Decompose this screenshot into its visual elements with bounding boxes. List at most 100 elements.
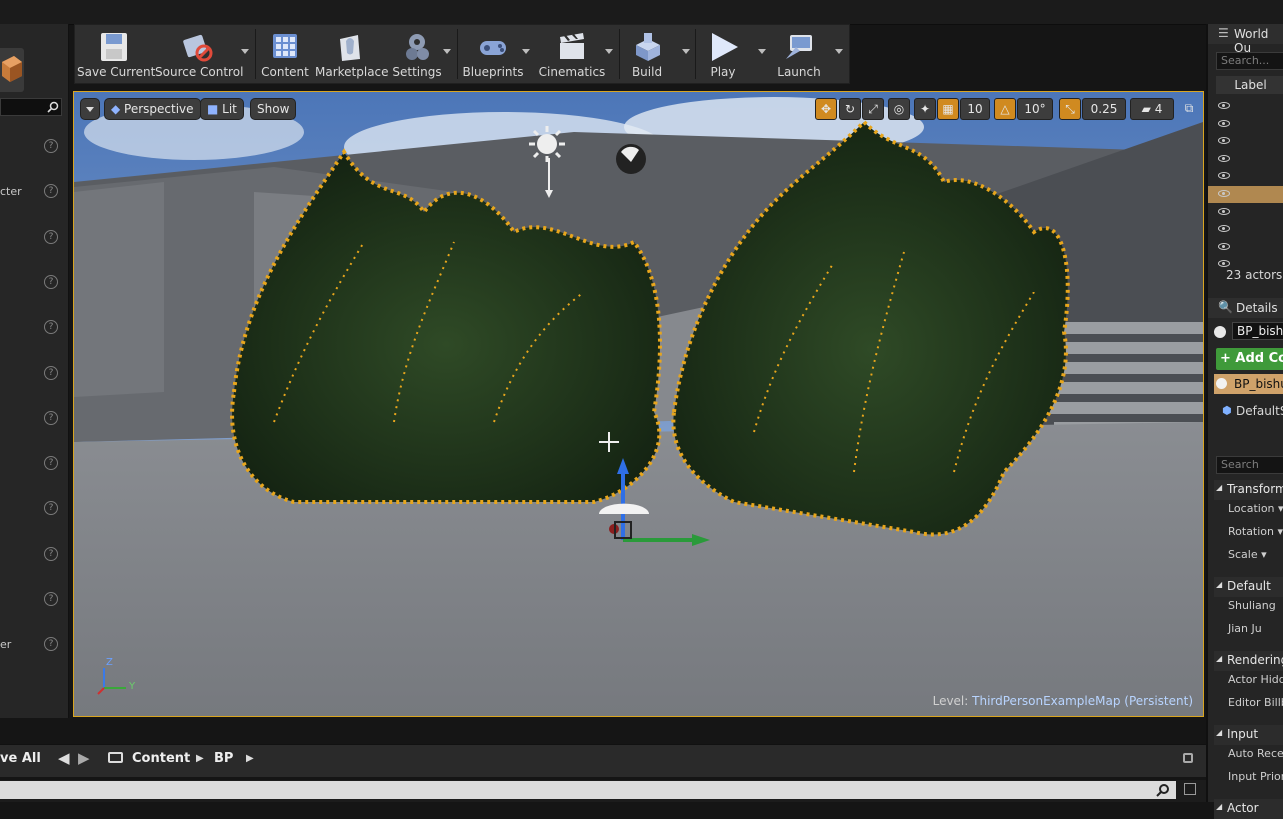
details-category[interactable]: ◢ Transform <box>1214 480 1283 500</box>
visibility-eye-icon[interactable] <box>1218 154 1230 162</box>
visibility-eye-icon[interactable] <box>1218 207 1230 215</box>
lock-icon[interactable] <box>1183 753 1193 763</box>
details-search-input[interactable]: Search <box>1216 456 1283 474</box>
level-viewport[interactable]: Z Y ◆ Perspective ■ Lit Show ✥ ↻ ⤢ ◎ ✦ ▦… <box>73 91 1204 717</box>
visibility-eye-icon[interactable] <box>1218 225 1230 233</box>
maximize-viewport-icon[interactable]: ⧉ <box>1180 98 1198 120</box>
play-button[interactable]: Play <box>699 25 747 83</box>
component-child-row[interactable]: ⬢ DefaultS <box>1222 402 1283 420</box>
outliner-search-input[interactable]: Search... <box>1216 52 1283 70</box>
modes-search-input[interactable] <box>0 98 62 116</box>
rotate-mode-icon[interactable]: ↻ <box>839 98 861 120</box>
help-icon[interactable]: ? <box>44 365 58 380</box>
details-tab[interactable]: 🔍 Details <box>1208 298 1283 318</box>
save-icon <box>97 31 131 63</box>
details-category[interactable]: ◢ Actor <box>1214 799 1283 819</box>
save-all-button[interactable]: ve All <box>0 751 41 766</box>
visibility-eye-icon[interactable] <box>1218 242 1230 250</box>
help-icon[interactable]: ? <box>44 592 58 606</box>
visibility-eye-icon[interactable] <box>1218 260 1230 268</box>
launch-dropdown-arrow[interactable] <box>835 49 843 54</box>
settings-icon <box>400 31 434 63</box>
scale-snap-icon[interactable]: ⤡ <box>1059 98 1081 120</box>
outliner-row[interactable] <box>1208 151 1283 168</box>
property-row: ? <box>0 364 66 384</box>
details-category[interactable]: ◢ Default <box>1214 577 1283 597</box>
build-button[interactable]: Build <box>623 25 671 83</box>
place-mode-icon[interactable] <box>0 48 24 92</box>
component-root-row[interactable]: BP_bishu <box>1214 374 1283 394</box>
help-icon[interactable]: ? <box>44 274 58 289</box>
settings-dropdown-arrow[interactable] <box>443 49 451 54</box>
scale-mode-icon[interactable]: ⤢ <box>862 98 884 120</box>
play-dropdown-arrow[interactable] <box>758 49 766 54</box>
lit-button[interactable]: ■ Lit <box>200 98 244 120</box>
property-label: Input Priorit <box>1228 770 1283 783</box>
blueprints-button[interactable]: Blueprints <box>461 25 525 83</box>
show-button[interactable]: Show <box>250 98 297 120</box>
visibility-eye-icon[interactable] <box>1218 190 1230 197</box>
outliner-row[interactable] <box>1208 186 1283 203</box>
save-current-button[interactable]: Save Current <box>77 25 155 83</box>
back-arrow-icon[interactable]: ◀ <box>58 749 70 767</box>
sky-sphere-icon[interactable] <box>616 144 646 174</box>
help-icon[interactable]: ? <box>44 546 58 561</box>
outliner-row[interactable] <box>1208 221 1283 238</box>
details-category[interactable]: ◢ Input <box>1214 725 1283 745</box>
build-dropdown-arrow[interactable] <box>682 49 690 54</box>
outliner-row[interactable] <box>1208 239 1283 256</box>
outliner-row[interactable] <box>1208 204 1283 221</box>
details-category[interactable]: ◢ Rendering <box>1214 651 1283 671</box>
cinematics-dropdown-arrow[interactable] <box>605 49 613 54</box>
actor-name-field[interactable]: BP_bishu <box>1232 322 1283 340</box>
source-control-dropdown-arrow[interactable] <box>241 49 249 54</box>
help-icon[interactable]: ? <box>44 410 58 425</box>
rotation-snap-icon[interactable]: △ <box>994 98 1016 120</box>
play-icon <box>706 31 740 63</box>
grid-snap-value[interactable]: 10 <box>960 98 990 120</box>
outliner-row[interactable] <box>1208 168 1283 185</box>
visibility-eye-icon[interactable] <box>1218 172 1230 180</box>
marketplace-button[interactable]: Marketplace <box>315 25 389 83</box>
view-mode-icon: ■ <box>207 102 223 116</box>
grid-snap-icon[interactable]: ▦ <box>937 98 959 120</box>
outliner-row[interactable] <box>1208 98 1283 115</box>
visibility-eye-icon[interactable] <box>1218 119 1230 127</box>
content-button[interactable]: Content <box>259 25 311 83</box>
help-icon[interactable]: ? <box>44 320 58 335</box>
surface-snap-icon[interactable]: ✦ <box>914 98 936 120</box>
help-icon[interactable]: ? <box>44 456 58 471</box>
world-space-icon[interactable]: ◎ <box>888 98 910 120</box>
camera-speed-button[interactable]: ▰ 4 <box>1130 98 1174 120</box>
forward-arrow-icon[interactable]: ▶ <box>78 749 90 767</box>
translate-mode-icon[interactable]: ✥ <box>815 98 837 120</box>
visibility-eye-icon[interactable] <box>1218 137 1230 145</box>
path-content[interactable]: Content <box>132 751 190 766</box>
help-icon[interactable]: ? <box>44 637 58 652</box>
outliner-row[interactable] <box>1208 116 1283 133</box>
viewport-options-button[interactable] <box>80 98 100 120</box>
outliner-label-column[interactable]: Label <box>1216 76 1283 94</box>
outliner-row[interactable] <box>1208 133 1283 150</box>
property-row: ? <box>0 318 66 338</box>
path-bp[interactable]: BP <box>214 751 233 766</box>
settings-button[interactable]: Settings <box>389 25 445 83</box>
perspective-button[interactable]: ◆ Perspective <box>104 98 201 120</box>
launch-button[interactable]: Launch <box>771 25 827 83</box>
blueprints-dropdown-arrow[interactable] <box>522 49 530 54</box>
help-icon[interactable]: ? <box>44 139 58 153</box>
category-label: Default <box>1227 579 1271 593</box>
rotation-snap-value[interactable]: 10° <box>1017 98 1053 120</box>
scale-snap-value[interactable]: 0.25 <box>1082 98 1126 120</box>
world-outliner-tab[interactable]: ☰ World Ou <box>1208 24 1283 55</box>
add-component-button[interactable]: + Add Co <box>1216 348 1283 370</box>
collapse-arrow-icon: ◢ <box>1216 580 1223 589</box>
filter-icon[interactable] <box>1184 783 1196 795</box>
visibility-eye-icon[interactable] <box>1218 102 1230 109</box>
source-control-button[interactable]: Source Control <box>155 25 243 83</box>
help-icon[interactable]: ? <box>44 184 58 199</box>
asset-search-input[interactable] <box>0 781 1176 799</box>
cinematics-button[interactable]: Cinematics <box>537 25 607 83</box>
help-icon[interactable]: ? <box>44 229 58 244</box>
help-icon[interactable]: ? <box>44 501 58 516</box>
